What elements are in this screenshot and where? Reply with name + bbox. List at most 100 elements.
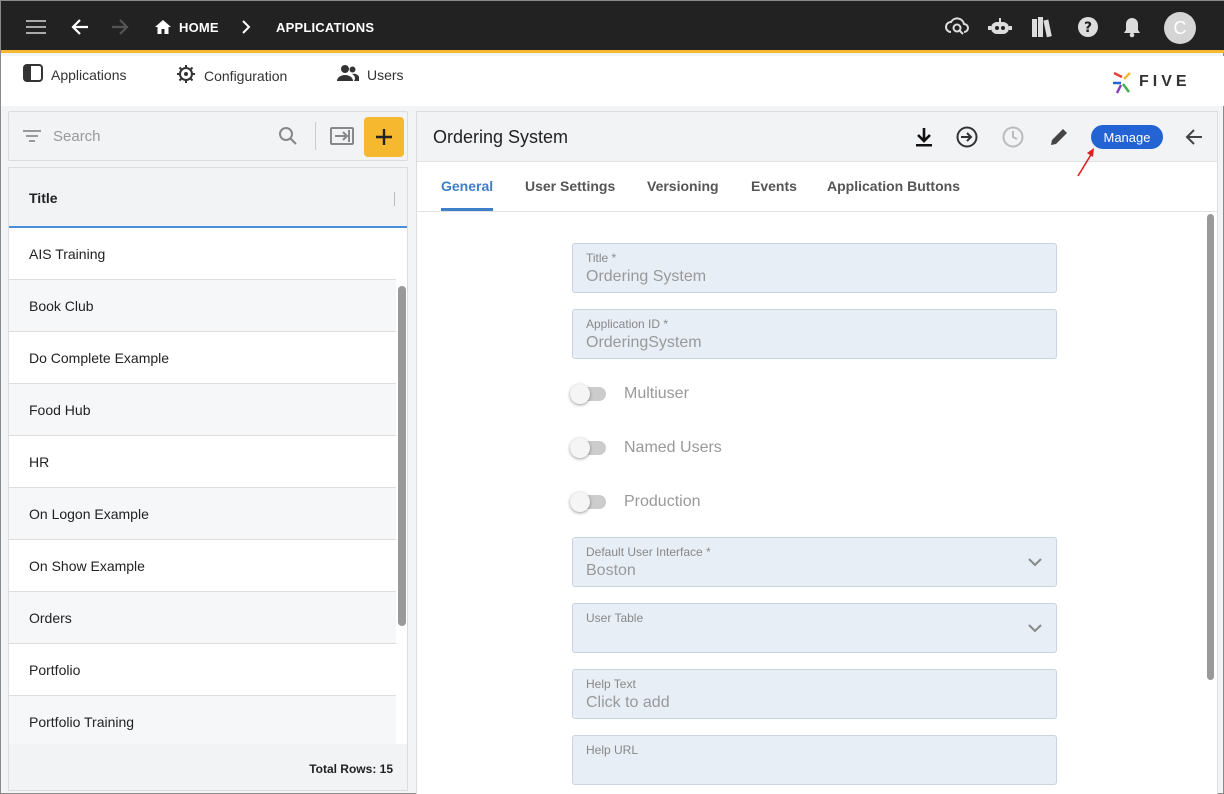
list-item[interactable]: Portfolio Training [9, 696, 396, 748]
production-toggle[interactable]: Production [570, 492, 701, 512]
list-scrollbar[interactable] [398, 286, 406, 626]
list-item[interactable]: Do Complete Example [9, 332, 396, 384]
field-label: Default User Interface * [586, 545, 711, 559]
tab-events[interactable]: Events [751, 178, 797, 194]
chevron-down-icon [1028, 554, 1042, 572]
list-item[interactable]: AIS Training [9, 228, 396, 280]
breadcrumb-current[interactable]: APPLICATIONS [276, 20, 374, 35]
chevron-right-icon [234, 15, 258, 39]
toggle-label: Production [624, 493, 701, 510]
users-icon [337, 64, 360, 85]
search-input[interactable]: Search [53, 128, 101, 145]
annotation-arrow-icon [1077, 148, 1094, 177]
field-label: Help URL [586, 743, 639, 757]
list-item[interactable]: Portfolio [9, 644, 396, 696]
menu-item-label: Users [367, 66, 404, 83]
tab-user-settings[interactable]: User Settings [525, 178, 615, 194]
toggle-knob [570, 438, 590, 458]
application-detail-panel: Ordering System Manage General User Sett… [416, 111, 1218, 794]
gear-wrench-icon [176, 64, 196, 87]
svg-text:?: ? [1084, 20, 1092, 36]
menu-icon[interactable] [24, 15, 48, 39]
list-item[interactable]: On Logon Example [9, 488, 396, 540]
field-label: Title * [586, 251, 617, 265]
plus-icon [376, 129, 392, 145]
history-icon[interactable] [1001, 125, 1025, 149]
column-header-title[interactable]: Title [29, 190, 58, 206]
download-icon[interactable] [912, 125, 936, 149]
tab-general[interactable]: General [441, 178, 493, 194]
named-users-toggle[interactable]: Named Users [570, 438, 722, 458]
menu-item-label: Applications [51, 66, 127, 83]
chevron-down-icon [1028, 620, 1042, 638]
breadcrumb-home[interactable]: HOME [179, 20, 219, 35]
column-resize-handle[interactable] [394, 192, 395, 206]
cloud-search-icon[interactable] [945, 15, 969, 39]
default-user-interface-select[interactable]: Default User Interface * Boston [572, 537, 1057, 587]
add-button[interactable] [364, 117, 404, 157]
back-arrow-icon[interactable] [1182, 125, 1206, 149]
field-value: Click to add [586, 694, 670, 711]
user-table-select[interactable]: User Table [572, 603, 1057, 653]
menu-item-label: Configuration [204, 67, 288, 84]
list-item[interactable]: Food Hub [9, 384, 396, 436]
five-logo: FIVE [1111, 70, 1191, 94]
field-value: Boston [586, 562, 636, 579]
field-label: Help Text [586, 677, 636, 691]
search-bar: Search [8, 111, 408, 161]
manage-button[interactable]: Manage [1091, 125, 1163, 149]
toolbar-divider [315, 122, 316, 150]
general-form: Title * Ordering System Application ID *… [417, 212, 1205, 794]
toggle-track[interactable] [570, 438, 606, 458]
toggle-knob [570, 384, 590, 404]
list-item[interactable]: Book Club [9, 280, 396, 332]
field-value: Ordering System [586, 268, 707, 285]
list-item[interactable]: HR [9, 436, 396, 488]
forward-arrow-icon[interactable] [108, 15, 132, 39]
active-tab-indicator [441, 208, 493, 211]
list-item[interactable]: Orders [9, 592, 396, 644]
applications-list: Title AIS Training Book Club Do Complete… [8, 167, 408, 791]
menu-item-applications[interactable]: Applications [23, 64, 127, 85]
toggle-label: Named Users [624, 439, 722, 456]
five-logo-text: FIVE [1139, 73, 1191, 90]
books-icon[interactable] [1031, 15, 1055, 39]
field-value: OrderingSystem [586, 334, 702, 351]
list-footer: Total Rows: 15 [9, 744, 407, 790]
field-label: Application ID * [586, 317, 669, 331]
bell-icon[interactable] [1120, 15, 1144, 39]
applications-list-panel: Search Title AIS Training Book Club Do C… [8, 111, 408, 791]
field-label: User Table [586, 611, 644, 625]
page-title: Ordering System [433, 127, 569, 147]
search-icon[interactable] [278, 126, 298, 151]
list-item[interactable]: On Show Example [9, 540, 396, 592]
toggle-track[interactable] [570, 492, 606, 512]
edit-pencil-icon[interactable] [1047, 125, 1071, 149]
import-icon[interactable] [330, 126, 354, 151]
robot-icon[interactable] [988, 15, 1012, 39]
title-field[interactable]: Title * Ordering System [572, 243, 1057, 293]
five-logo-mark-icon [1113, 71, 1131, 94]
toggle-track[interactable] [570, 384, 606, 404]
top-bar: HOME APPLICATIONS ? C [1, 1, 1224, 53]
total-rows: Total Rows: 15 [309, 762, 393, 776]
avatar[interactable]: C [1164, 12, 1196, 44]
menu-item-users[interactable]: Users [337, 64, 404, 85]
deploy-icon[interactable] [955, 125, 979, 149]
application-id-field[interactable]: Application ID * OrderingSystem [572, 309, 1057, 359]
app-panel-icon [23, 64, 43, 85]
toggle-label: Multiuser [624, 385, 689, 402]
menu-item-configuration[interactable]: Configuration [176, 64, 287, 87]
multiuser-toggle[interactable]: Multiuser [570, 384, 689, 404]
help-icon[interactable]: ? [1076, 15, 1100, 39]
help-text-field[interactable]: Help Text Click to add [572, 669, 1057, 719]
form-scrollbar[interactable] [1207, 214, 1214, 680]
help-url-field[interactable]: Help URL [572, 735, 1057, 785]
tab-application-buttons[interactable]: Application Buttons [827, 178, 960, 194]
back-arrow-icon[interactable] [68, 15, 92, 39]
tab-versioning[interactable]: Versioning [647, 178, 719, 194]
toggle-knob [570, 492, 590, 512]
main-menu: Applications Configuration Users FIVE [1, 56, 1224, 106]
home-icon[interactable] [151, 15, 175, 39]
filter-icon[interactable] [23, 129, 41, 148]
